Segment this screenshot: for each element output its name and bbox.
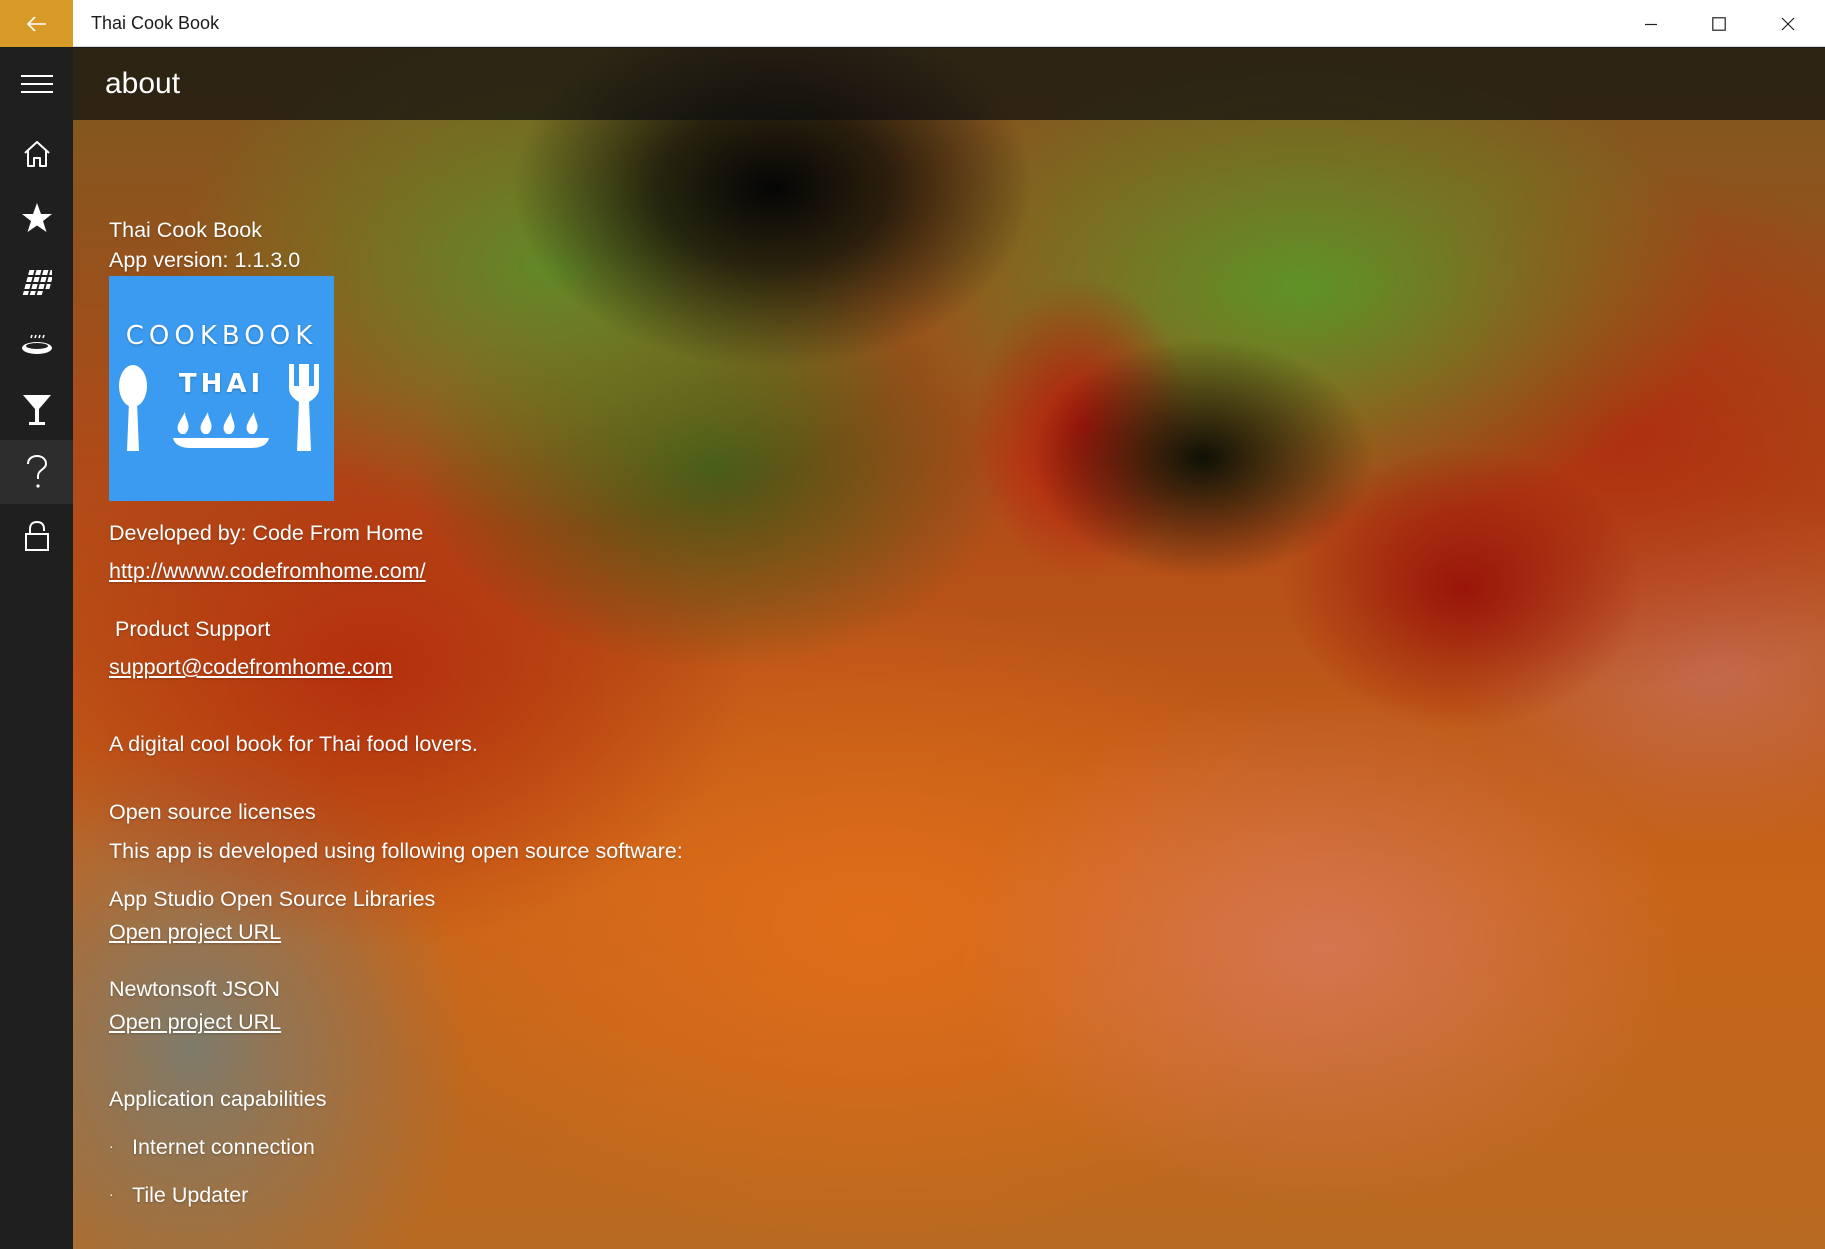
nav-item-about[interactable]: [0, 440, 73, 504]
nav-item-drinks[interactable]: [0, 378, 73, 442]
page-title: about: [105, 67, 181, 100]
nav-item-categories[interactable]: [0, 250, 73, 314]
capability-item: Internet connection: [132, 1135, 315, 1159]
app-name: Thai Cook Book: [109, 218, 262, 242]
logo-line1: COOKBOOK: [125, 321, 318, 351]
capabilities-title: Application capabilities: [109, 1087, 327, 1111]
grid-icon: [22, 270, 52, 295]
title-bar: Thai Cook Book: [0, 0, 1825, 47]
support-label: Product Support: [115, 617, 271, 641]
hamburger-icon: [20, 75, 53, 93]
support-email-link[interactable]: support@codefromhome.com: [109, 655, 393, 680]
minimize-button[interactable]: [1617, 0, 1685, 47]
hamburger-menu-button[interactable]: [0, 52, 73, 116]
help-icon: [26, 455, 47, 488]
cocktail-glass-icon: [22, 395, 51, 425]
home-icon: [23, 141, 50, 167]
library-project-link[interactable]: Open project URL: [109, 920, 281, 945]
nav-item-home[interactable]: [0, 122, 73, 186]
window-title: Thai Cook Book: [91, 13, 220, 33]
fork-icon: [289, 364, 319, 451]
back-button[interactable]: [0, 0, 73, 47]
nav-item-dishes[interactable]: [0, 314, 73, 378]
dish-icon: [21, 334, 52, 354]
maximize-icon: [1712, 16, 1726, 31]
nav-rail: [0, 48, 73, 1249]
nav-item-favorites[interactable]: [0, 186, 73, 250]
bullet-dot: ·: [109, 1138, 114, 1154]
back-arrow-icon: [26, 15, 46, 32]
library-project-link[interactable]: Open project URL: [109, 1010, 281, 1035]
nav-item-privacy[interactable]: [0, 504, 73, 568]
licenses-intro: This app is developed using following op…: [109, 839, 683, 863]
bullet-dot: ·: [109, 1186, 114, 1202]
app-logo: COOKBOOK THAI: [109, 276, 334, 501]
steaming-plate-icon: [173, 412, 269, 448]
app-version: App version: 1.1.3.0: [109, 248, 301, 272]
spoon-icon: [119, 365, 147, 451]
star-icon: [21, 203, 52, 232]
licenses-title: Open source licenses: [109, 800, 316, 824]
close-button[interactable]: [1754, 0, 1822, 47]
capability-item: Tile Updater: [132, 1183, 249, 1207]
library-name: App Studio Open Source Libraries: [109, 887, 436, 911]
developer-text: Developed by: Code From Home: [109, 521, 424, 545]
page-header: about: [73, 48, 1825, 120]
library-name: Newtonsoft JSON: [109, 977, 280, 1001]
lock-icon: [24, 520, 49, 551]
app-description: A digital cool book for Thai food lovers…: [109, 732, 478, 756]
about-page: about Thai Cook Book App version: 1.1.3.…: [73, 48, 1825, 1249]
website-link[interactable]: http://wwww.codefromhome.com/: [109, 559, 426, 584]
maximize-button[interactable]: [1685, 0, 1753, 47]
close-icon: [1781, 17, 1795, 30]
minimize-icon: [1645, 23, 1657, 25]
